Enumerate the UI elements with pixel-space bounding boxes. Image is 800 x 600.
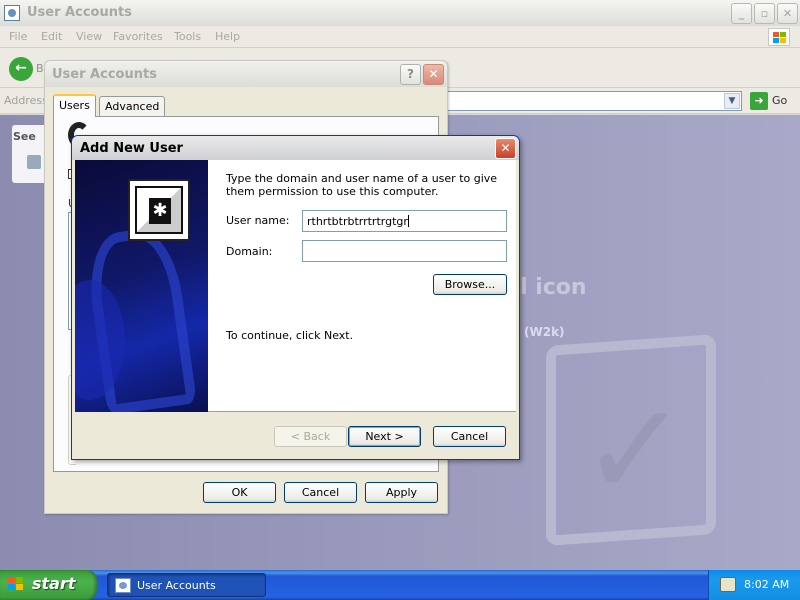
ua-close-button[interactable]: ✕ — [423, 64, 444, 85]
checkmark-icon: ✓ — [580, 374, 689, 526]
left-pane-heading: See — [13, 130, 36, 143]
back-button[interactable]: < Back — [274, 426, 347, 447]
intro-text: Type the domain and user name of a user … — [226, 172, 498, 198]
add-new-user-dialog: Add New User ✕ ✱ Type the domain and use… — [71, 135, 520, 460]
wizard-page: ✱ Type the domain and user name of a use… — [75, 160, 516, 412]
keyboard-key-icon: ✱ — [128, 179, 190, 241]
tab-advanced[interactable]: Advanced — [99, 96, 166, 117]
text-caret — [407, 215, 409, 227]
address-field[interactable]: ▼ — [446, 91, 742, 111]
ok-button[interactable]: OK — [203, 482, 276, 503]
ua-title-bar[interactable]: User Accounts ? ✕ — [45, 61, 447, 87]
menu-edit[interactable]: Edit — [41, 30, 62, 43]
menu-favorites[interactable]: Favorites — [113, 30, 163, 43]
anu-cancel-button[interactable]: Cancel — [433, 426, 506, 447]
next-button[interactable]: Next > — [348, 426, 421, 447]
system-tray: 8:02 AM — [708, 570, 800, 600]
back-arrow-icon[interactable]: ← — [9, 57, 33, 81]
anu-dialog-title: Add New User — [80, 141, 183, 156]
maximize-button[interactable]: ▫ — [754, 3, 775, 24]
menu-bar: File Edit View Favorites Tools Help — [0, 26, 800, 48]
menu-tools[interactable]: Tools — [174, 30, 201, 43]
menu-view[interactable]: View — [76, 30, 102, 43]
ua-cancel-button[interactable]: Cancel — [284, 482, 357, 503]
background-subheading: (W2k) — [524, 325, 565, 339]
main-window-title: User Accounts — [27, 5, 132, 20]
main-close-button[interactable]: ✕ — [777, 3, 798, 24]
wizard-side-banner: ✱ — [75, 160, 208, 412]
user-accounts-app-icon — [4, 5, 20, 21]
windows-flag-icon — [768, 28, 790, 46]
key-face: ✱ — [135, 186, 183, 234]
domain-label: Domain: — [226, 245, 273, 258]
minimize-button[interactable]: _ — [731, 3, 752, 24]
username-value: rthrtbtrbtrrtrtrgtgr — [307, 215, 408, 228]
menu-help[interactable]: Help — [215, 30, 240, 43]
continue-instruction: To continue, click Next. — [226, 329, 354, 342]
help-button[interactable]: ? — [400, 64, 421, 85]
start-label: start — [32, 574, 76, 593]
tab-users[interactable]: Users — [53, 94, 96, 117]
username-input[interactable]: rthrtbtrbtrrtrtrgtgr — [302, 210, 507, 232]
back-button-label[interactable]: B — [36, 62, 44, 75]
clock[interactable]: 8:02 AM — [744, 578, 789, 591]
asterisk-glyph: ✱ — [149, 198, 171, 224]
address-label: Address — [4, 94, 48, 107]
background-heading: l icon — [520, 275, 587, 300]
user-accounts-icon — [115, 578, 131, 593]
windows-logo-icon — [8, 577, 26, 593]
domain-input[interactable] — [302, 240, 507, 262]
apply-button[interactable]: Apply — [365, 482, 438, 503]
go-arrow-icon[interactable]: ➜ — [750, 92, 768, 110]
taskbar-item-user-accounts[interactable]: User Accounts — [107, 573, 266, 597]
anu-close-button[interactable]: ✕ — [495, 138, 516, 159]
network-tray-icon[interactable] — [720, 577, 736, 592]
go-button-label[interactable]: Go — [772, 94, 787, 107]
control-panel-icon[interactable] — [27, 155, 41, 169]
username-label: User name: — [226, 214, 290, 227]
browse-button[interactable]: Browse... — [433, 274, 507, 295]
start-button[interactable]: start — [0, 570, 97, 600]
taskbar-item-label: User Accounts — [137, 579, 216, 592]
main-title-bar[interactable]: User Accounts _ ▫ ✕ — [0, 0, 800, 26]
chevron-down-icon[interactable]: ▼ — [724, 93, 740, 109]
anu-title-bar[interactable]: Add New User ✕ — [72, 136, 519, 160]
ua-dialog-title: User Accounts — [52, 67, 157, 82]
taskbar: start User Accounts 8:02 AM — [0, 570, 800, 600]
menu-file[interactable]: File — [9, 30, 27, 43]
